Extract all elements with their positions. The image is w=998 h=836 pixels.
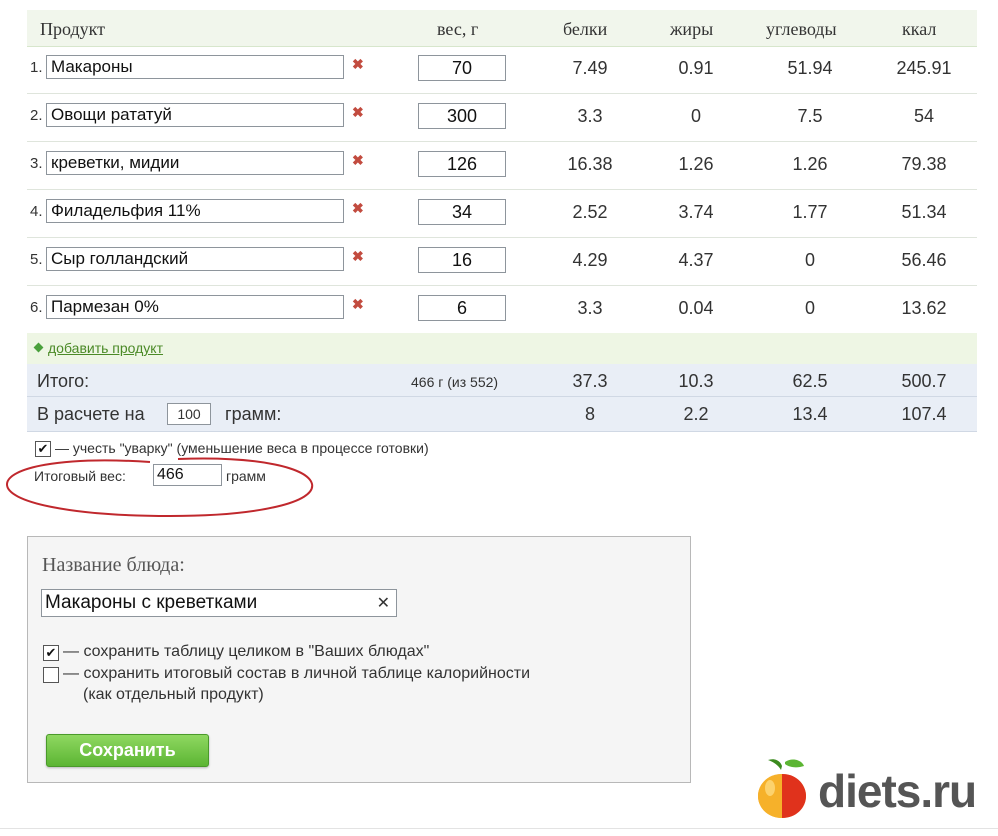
- protein-value: 7.49: [572, 58, 608, 78]
- dish-title: Название блюда:: [42, 554, 185, 576]
- header-carbs: углеводы: [766, 19, 837, 39]
- fat-value: 0.04: [678, 298, 714, 318]
- delete-icon[interactable]: ✖: [352, 200, 364, 217]
- dish-name-value: Макароны с креветками: [45, 592, 258, 613]
- delete-icon[interactable]: ✖: [352, 248, 364, 265]
- total-row: Итого: 466 г (из 552) 37.3 10.3 62.5 500…: [27, 364, 977, 397]
- per-label: В расчете на: [37, 404, 145, 424]
- protein-value: 3.3: [577, 298, 603, 318]
- table-header: Продукт вес, г белки жиры углеводы ккал: [27, 10, 977, 47]
- carbs-value: 51.94: [787, 58, 833, 78]
- weight-input[interactable]: 126: [418, 151, 506, 177]
- apple-logo-icon: [752, 758, 812, 820]
- kcal-value: 245.91: [896, 58, 952, 78]
- row-number: 4.: [30, 203, 43, 220]
- kcal-value: 13.62: [901, 298, 947, 318]
- row-number: 5.: [30, 251, 43, 268]
- kcal-value: 51.34: [901, 202, 947, 222]
- save-table-checkbox[interactable]: ✔: [43, 645, 59, 661]
- carbs-value: 1.77: [792, 202, 828, 222]
- header-protein: белки: [563, 19, 608, 39]
- total-carbs: 62.5: [792, 371, 828, 391]
- fat-value: 4.37: [678, 250, 714, 270]
- weight-input[interactable]: 70: [418, 55, 506, 81]
- save-composition-note: (как отдельный продукт): [83, 686, 264, 703]
- save-button[interactable]: Сохранить: [46, 734, 209, 767]
- per-kcal: 107.4: [901, 404, 947, 424]
- add-product-row: добавить продукт: [27, 333, 977, 364]
- divider: [0, 828, 998, 829]
- row-number: 2.: [30, 107, 43, 124]
- header-product: Продукт: [40, 19, 106, 39]
- add-bullet-icon: [33, 342, 44, 353]
- product-name-input[interactable]: Пармезан 0%: [46, 295, 344, 319]
- product-name-input[interactable]: креветки, мидии: [46, 151, 344, 175]
- product-name-input[interactable]: Овощи рататуй: [46, 103, 344, 127]
- carbs-value: 7.5: [797, 106, 823, 126]
- row-number: 1.: [30, 59, 43, 76]
- total-weight: 466 г (из 552): [411, 374, 499, 390]
- weight-input[interactable]: 300: [418, 103, 506, 129]
- table-row: 2. Овощи рататуй ✖ 300 3.3 0 7.5 54: [27, 94, 977, 142]
- weight-input[interactable]: 16: [418, 247, 506, 273]
- delete-icon[interactable]: ✖: [352, 152, 364, 169]
- product-name-input[interactable]: Филадельфия 11%: [46, 199, 344, 223]
- annotation-ellipse: [5, 457, 314, 518]
- kcal-value: 54: [913, 106, 935, 126]
- per-unit-label: грамм:: [225, 404, 282, 424]
- per-amount-row: В расчете на 100 грамм: 8 2.2 13.4 107.4: [27, 397, 977, 432]
- protein-value: 2.52: [572, 202, 608, 222]
- delete-icon[interactable]: ✖: [352, 104, 364, 121]
- protein-value: 4.29: [572, 250, 608, 270]
- weight-input[interactable]: 6: [418, 295, 506, 321]
- carbs-value: 1.26: [792, 154, 828, 174]
- fat-value: 3.74: [678, 202, 714, 222]
- kcal-value: 79.38: [901, 154, 947, 174]
- per-protein: 8: [584, 404, 595, 424]
- per-amount-input[interactable]: 100: [167, 403, 211, 425]
- save-table-label: — сохранить таблицу целиком в "Ваших блю…: [63, 643, 430, 660]
- delete-icon[interactable]: ✖: [352, 56, 364, 73]
- product-name-input[interactable]: Сыр голландский: [46, 247, 344, 271]
- save-composition-label: — сохранить итоговый состав в личной таб…: [63, 665, 531, 682]
- delete-icon[interactable]: ✖: [352, 296, 364, 313]
- carbs-value: 0: [804, 250, 815, 270]
- header-weight: вес, г: [437, 19, 479, 39]
- save-composition-checkbox[interactable]: [43, 667, 59, 683]
- total-label: Итого:: [37, 371, 90, 391]
- logo-text: diets.ru: [818, 765, 977, 817]
- product-name-input[interactable]: Макароны: [46, 55, 344, 79]
- table-row: 5. Сыр голландский ✖ 16 4.29 4.37 0 56.4…: [27, 238, 977, 286]
- fat-value: 0: [690, 106, 701, 126]
- per-fat: 2.2: [683, 404, 709, 424]
- protein-value: 3.3: [577, 106, 603, 126]
- table-row: 6. Пармезан 0% ✖ 6 3.3 0.04 0 13.62: [27, 286, 977, 334]
- table-row: 1. Макароны ✖ 70 7.49 0.91 51.94 245.91: [27, 46, 977, 94]
- total-protein: 37.3: [572, 371, 608, 391]
- row-number: 6.: [30, 299, 43, 316]
- fat-value: 0.91: [678, 58, 714, 78]
- clear-icon[interactable]: ✕: [377, 593, 390, 613]
- protein-value: 16.38: [567, 154, 613, 174]
- total-fat: 10.3: [678, 371, 714, 391]
- weight-input[interactable]: 34: [418, 199, 506, 225]
- carbs-value: 0: [804, 298, 815, 318]
- dish-name-input[interactable]: Макароны с креветками ✕: [41, 589, 397, 617]
- kcal-value: 56.46: [901, 250, 947, 270]
- header-kcal: ккал: [902, 19, 937, 39]
- dish-panel: Название блюда: Макароны с креветками ✕ …: [27, 536, 691, 783]
- header-fat: жиры: [670, 19, 714, 39]
- table-row: 3. креветки, мидии ✖ 126 16.38 1.26 1.26…: [27, 142, 977, 190]
- fat-value: 1.26: [678, 154, 714, 174]
- per-carbs: 13.4: [792, 404, 828, 424]
- total-kcal: 500.7: [901, 371, 947, 391]
- table-row: 4. Филадельфия 11% ✖ 34 2.52 3.74 1.77 5…: [27, 190, 977, 238]
- add-product-link[interactable]: добавить продукт: [48, 340, 163, 356]
- row-number: 3.: [30, 155, 43, 172]
